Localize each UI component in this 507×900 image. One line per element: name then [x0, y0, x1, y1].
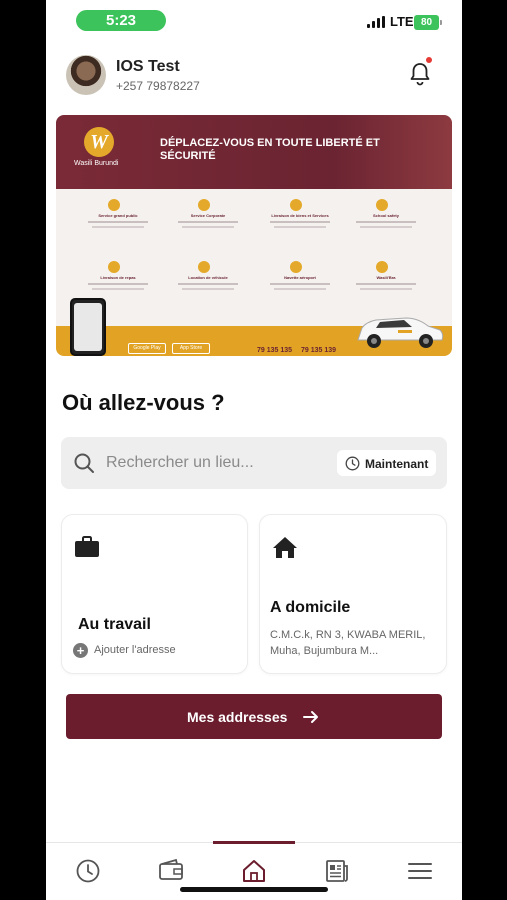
service-item: Service grand public — [78, 199, 158, 239]
user-name: IOS Test — [116, 58, 180, 75]
status-bar: 5:23 LTE 80 — [46, 0, 462, 42]
home-indicator — [180, 887, 328, 892]
service-item: Livraison de repas — [78, 261, 158, 301]
add-address-label: Ajouter l'adresse — [94, 644, 176, 656]
menu-icon[interactable] — [406, 857, 434, 885]
service-label: Wasili'Bra — [376, 275, 396, 280]
service-item: Navette aéroport — [260, 261, 340, 301]
service-item: Livraison de biens et Services — [260, 199, 340, 239]
status-time: 5:23 — [76, 10, 166, 31]
arrow-right-icon — [303, 711, 318, 723]
notification-badge — [426, 57, 432, 63]
search-bar[interactable]: Rechercher un lieu... Maintenant — [61, 437, 447, 489]
brand-name: Wasili Burundi — [74, 160, 119, 167]
services-grid: Service grand public Service Corporate L… — [56, 199, 452, 309]
active-tab-indicator — [213, 841, 295, 844]
home-card-title: A domicile — [270, 599, 351, 616]
service-label: Navette aéroport — [284, 275, 316, 280]
schedule-button[interactable]: Maintenant — [337, 450, 436, 476]
clock-icon — [345, 456, 360, 471]
search-icon — [74, 453, 94, 473]
service-item: School safety — [346, 199, 426, 239]
service-label: Location de véhicule — [188, 275, 228, 280]
banner-header: W Wasili Burundi DÉPLACEZ-VOUS EN TOUTE … — [56, 115, 452, 189]
search-input[interactable]: Rechercher un lieu... — [106, 454, 254, 472]
my-addresses-label: Mes addresses — [187, 709, 288, 725]
user-phone: +257 79878227 — [116, 79, 200, 93]
profile-header: IOS Test +257 79878227 — [66, 55, 446, 99]
service-label: School safety — [372, 213, 399, 218]
avatar[interactable] — [66, 55, 106, 95]
service-label: Service grand public — [98, 213, 138, 218]
network-label: LTE — [390, 14, 414, 29]
contact-phone-1: 79 135 135 — [257, 347, 293, 354]
bell-icon[interactable] — [408, 61, 432, 87]
home-icon[interactable] — [240, 857, 268, 885]
banner-title: DÉPLACEZ-VOUS EN TOUTE LIBERTÉ ET SÉCURI… — [160, 137, 380, 162]
brand-logo: W — [84, 127, 114, 157]
service-item: Wasili'Bra — [346, 261, 426, 301]
service-label: Livraison de repas — [100, 275, 136, 280]
app-store-badge: App Store — [172, 343, 210, 354]
my-addresses-button[interactable]: Mes addresses — [66, 694, 442, 739]
service-item: Service Corporate — [168, 199, 248, 239]
contact-phone-2: 79 135 139 — [301, 347, 337, 354]
schedule-label: Maintenant — [365, 457, 429, 471]
home-address-card[interactable]: A domicile C.M.C.k, RN 3, KWABA MERIL, M… — [259, 514, 447, 674]
service-label: Livraison de biens et Services — [271, 213, 329, 218]
signal-icon — [367, 16, 385, 28]
home-address-text: C.M.C.k, RN 3, KWABA MERIL, Muha, Bujumb… — [270, 629, 426, 657]
phone-mockup-image — [70, 298, 106, 356]
car-image — [357, 317, 444, 348]
google-play-badge: Google Play — [128, 343, 166, 354]
service-label: Service Corporate — [190, 213, 226, 218]
briefcase-icon — [75, 536, 99, 557]
work-card-title: Au travail — [78, 616, 151, 633]
plus-icon: + — [73, 643, 88, 658]
wallet-icon[interactable] — [157, 857, 185, 885]
newspaper-icon[interactable] — [323, 857, 351, 885]
promo-banner[interactable]: W Wasili Burundi DÉPLACEZ-VOUS EN TOUTE … — [56, 115, 452, 356]
work-address-card[interactable]: Au travail + Ajouter l'adresse — [61, 514, 248, 674]
clock-icon[interactable] — [74, 857, 102, 885]
service-item: Location de véhicule — [168, 261, 248, 301]
battery-icon: 80 — [414, 15, 442, 30]
house-icon — [273, 537, 297, 558]
app-screen: 5:23 LTE 80 IOS Test +257 79878227 W Was… — [46, 0, 462, 900]
page-title: Où allez-vous ? — [62, 390, 225, 415]
